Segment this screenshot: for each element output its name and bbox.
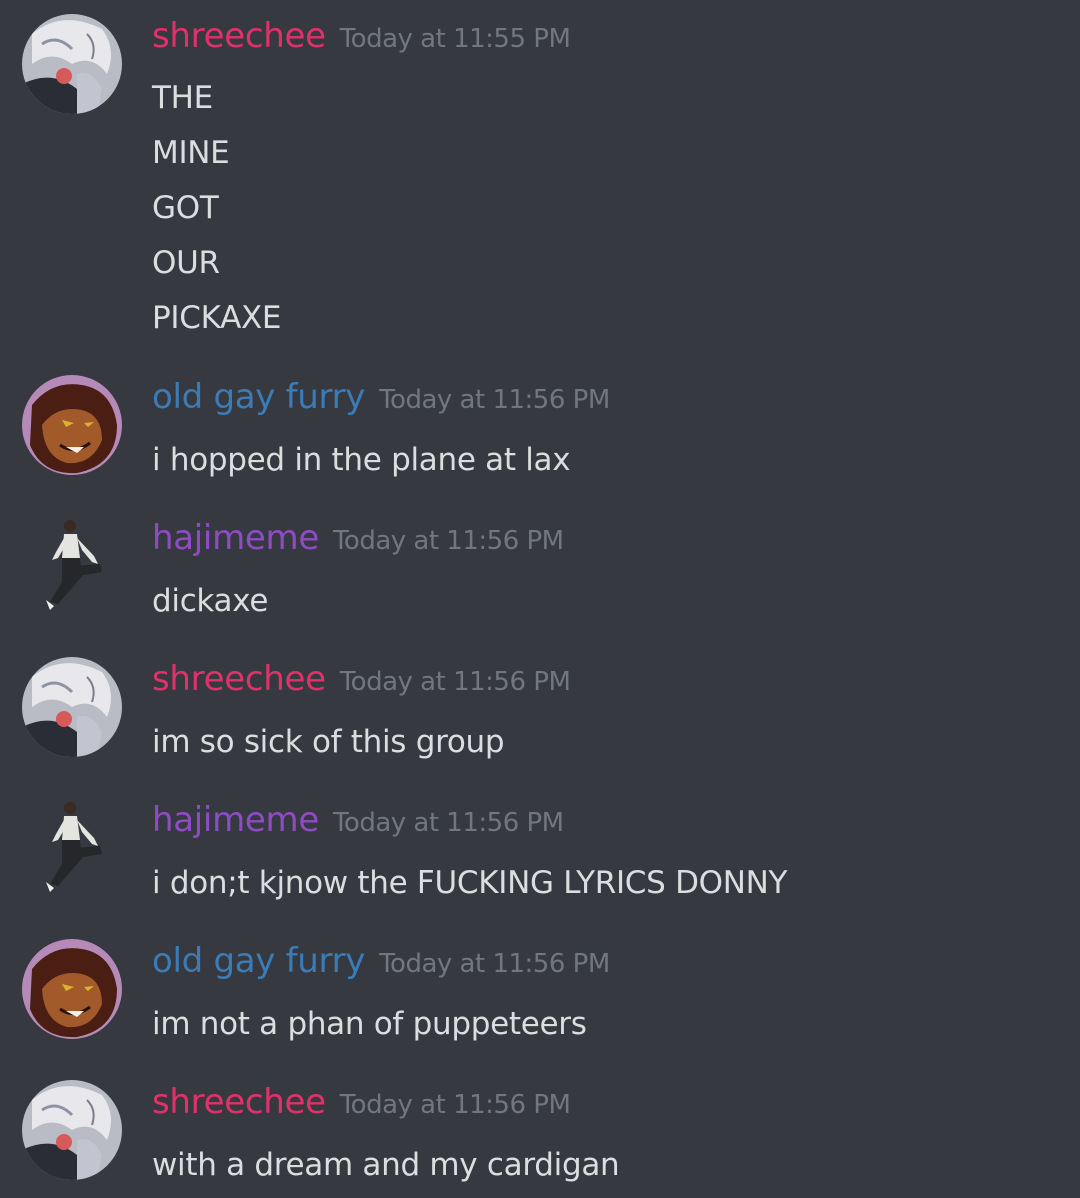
message-line: GOT — [152, 190, 219, 226]
timestamp: Today at 11:56 PM — [332, 526, 564, 556]
message-line: im not a phan of puppeteers — [152, 1006, 587, 1042]
timestamp: Today at 11:56 PM — [339, 1090, 571, 1120]
message-header: shreechee Today at 11:56 PM — [152, 657, 571, 701]
message-content: with a dream and my cardigan — [152, 1138, 620, 1193]
anime-white-hair-avatar-icon[interactable] — [22, 1080, 122, 1180]
message-line: THE — [152, 80, 213, 116]
message-header: old gay furry Today at 11:56 PM — [152, 375, 610, 419]
timestamp: Today at 11:55 PM — [339, 24, 571, 54]
message-line: dickaxe — [152, 583, 269, 619]
message-header: shreechee Today at 11:56 PM — [152, 1080, 571, 1124]
posing-figure-avatar-icon[interactable] — [22, 798, 122, 898]
timestamp: Today at 11:56 PM — [379, 949, 610, 979]
timestamp: Today at 11:56 PM — [332, 808, 564, 838]
message-content: im so sick of this group — [152, 715, 505, 770]
message-header: old gay furry Today at 11:56 PM — [152, 939, 610, 983]
username[interactable]: old gay furry — [152, 377, 365, 417]
anime-white-hair-avatar-icon[interactable] — [22, 14, 122, 114]
message-group: old gay furry Today at 11:56 PM im not a … — [0, 939, 1080, 1049]
timestamp: Today at 11:56 PM — [339, 667, 571, 697]
message-group: shreechee Today at 11:56 PM with a dream … — [0, 1080, 1080, 1190]
message-line: MINE — [152, 135, 230, 171]
message-header: hajimeme Today at 11:56 PM — [152, 516, 564, 560]
posing-figure-avatar-icon[interactable] — [22, 516, 122, 616]
message-group: hajimeme Today at 11:56 PM dickaxe — [0, 516, 1080, 626]
lion-avatar-icon[interactable] — [22, 375, 122, 475]
message-line: i hopped in the plane at lax — [152, 442, 571, 478]
message-line: im so sick of this group — [152, 724, 505, 760]
message-line: PICKAXE — [152, 300, 282, 336]
message-content: i don;t kjnow the FUCKING LYRICS DONNY — [152, 856, 787, 911]
anime-white-hair-avatar-icon[interactable] — [22, 657, 122, 757]
message-group: shreechee Today at 11:56 PM im so sick of… — [0, 657, 1080, 767]
message-group: hajimeme Today at 11:56 PM i don;t kjnow … — [0, 798, 1080, 908]
message-content: dickaxe — [152, 574, 268, 629]
message-content: im not a phan of puppeteers — [152, 997, 587, 1052]
message-header: shreechee Today at 11:55 PM — [152, 14, 571, 58]
username[interactable]: old gay furry — [152, 941, 365, 981]
message-line: i don;t kjnow the FUCKING LYRICS DONNY — [152, 865, 788, 901]
message-content: i hopped in the plane at lax — [152, 433, 571, 488]
message-group: old gay furry Today at 11:56 PM i hopped … — [0, 375, 1080, 485]
username[interactable]: shreechee — [152, 659, 326, 699]
message-content: THE MINE GOT OUR PICKAXE — [152, 71, 282, 346]
lion-avatar-icon[interactable] — [22, 939, 122, 1039]
username[interactable]: shreechee — [152, 1082, 326, 1122]
message-line: OUR — [152, 245, 220, 281]
message-line: with a dream and my cardigan — [152, 1147, 620, 1183]
username[interactable]: hajimeme — [152, 518, 319, 558]
timestamp: Today at 11:56 PM — [379, 385, 610, 415]
message-group: shreechee Today at 11:55 PM THE MINE GOT … — [0, 14, 1080, 344]
username[interactable]: hajimeme — [152, 800, 319, 840]
username[interactable]: shreechee — [152, 16, 326, 56]
chat-message-list: shreechee Today at 11:55 PM THE MINE GOT … — [0, 0, 1080, 1198]
message-header: hajimeme Today at 11:56 PM — [152, 798, 564, 842]
